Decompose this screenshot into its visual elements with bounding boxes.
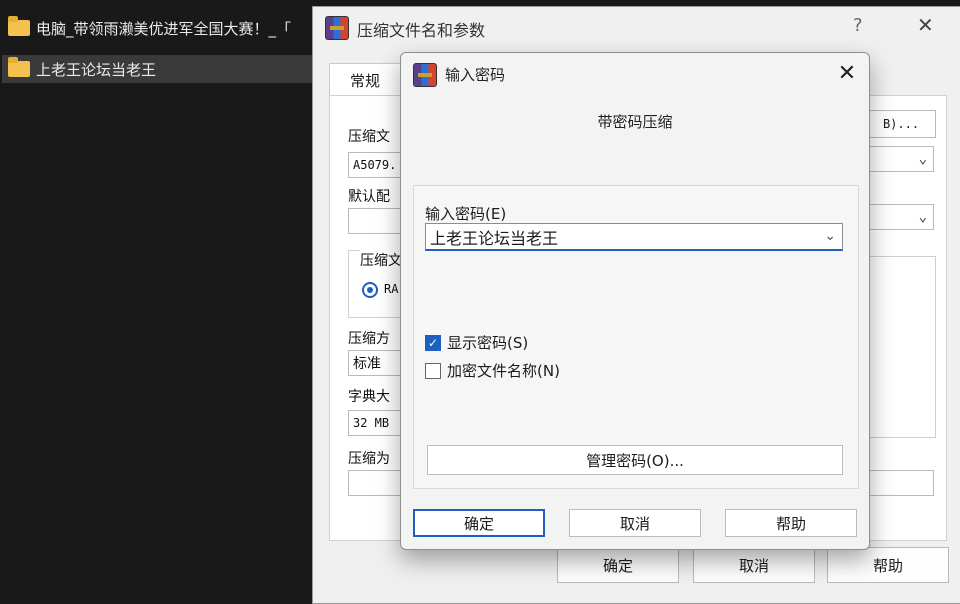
winrar-icon [325,16,349,40]
split-volumes-label: 压缩为 [348,451,390,467]
archive-format-label: 压缩文 [360,250,402,270]
password-cancel-button[interactable]: 取消 [569,509,701,537]
chevron-down-icon[interactable]: ⌄ [824,228,836,244]
main-dialog-titlebar: 压缩文件名和参数 ? ✕ [313,7,960,47]
password-dialog-header: 带密码压缩 [597,113,673,131]
compression-method-label: 压缩方 [348,331,390,347]
chevron-down-icon: ⌄ [918,209,927,225]
folder-icon [8,16,30,36]
chevron-down-icon: ⌄ [918,151,927,167]
right-options-group [866,256,936,438]
main-help-button[interactable]: 帮助 [827,547,949,583]
password-input[interactable]: 上老王论坛当老王 ⌄ [425,223,843,251]
encrypt-filenames-checkbox-row[interactable]: 加密文件名称(N) [425,360,560,381]
show-password-checkbox[interactable]: ✓ [425,334,441,351]
browse-button[interactable]: B)... [866,110,936,138]
manage-passwords-button[interactable]: 管理密码(O)... [427,445,843,475]
right-update-mode-select[interactable]: ⌄ [866,146,934,172]
password-ok-button[interactable]: 确定 [413,509,545,537]
show-password-label: 显示密码(S) [447,334,529,352]
close-icon[interactable]: ✕ [917,13,934,37]
show-password-checkbox-row[interactable]: ✓ 显示密码(S) [425,332,528,353]
password-label: 输入密码(E) [425,205,507,223]
password-dialog: 输入密码 ✕ 带密码压缩 输入密码(E) 上老王论坛当老王 ⌄ ✓ 显示密码(S… [400,52,870,550]
close-icon[interactable]: ✕ [833,59,861,87]
main-ok-button[interactable]: 确定 [557,547,679,583]
password-input-value: 上老王论坛当老王 [430,228,559,248]
encrypt-filenames-checkbox[interactable] [425,362,441,379]
folder-icon [8,57,30,77]
right-bottom-input[interactable] [866,470,934,496]
right-profile-select[interactable]: ⌄ [866,204,934,230]
archive-name-label: 压缩文 [348,129,390,145]
main-dialog-title: 压缩文件名和参数 [357,21,486,40]
format-radio-label: RA [384,282,399,296]
explorer-item-2[interactable]: 上老王论坛当老王 [2,55,320,83]
explorer-item-label: 电脑_带领雨濑美优进军全国大赛！_「 [36,19,292,38]
help-icon[interactable]: ? [853,15,863,36]
explorer-item-label: 上老王论坛当老王 [36,60,157,79]
password-help-button[interactable]: 帮助 [725,509,857,537]
default-profile-label: 默认配 [348,189,390,205]
encrypt-filenames-label: 加密文件名称(N) [447,362,560,380]
password-dialog-title: 输入密码 [445,66,506,84]
main-cancel-button[interactable]: 取消 [693,547,815,583]
tab-general[interactable]: 常规 [329,63,401,96]
format-radio-rar[interactable] [362,282,378,298]
explorer-item-1[interactable]: 电脑_带领雨濑美优进军全国大赛！_「 [2,14,320,42]
password-dialog-titlebar: 输入密码 ✕ [401,53,869,93]
dictionary-size-label: 字典大 [348,389,390,405]
winrar-icon [413,63,437,87]
